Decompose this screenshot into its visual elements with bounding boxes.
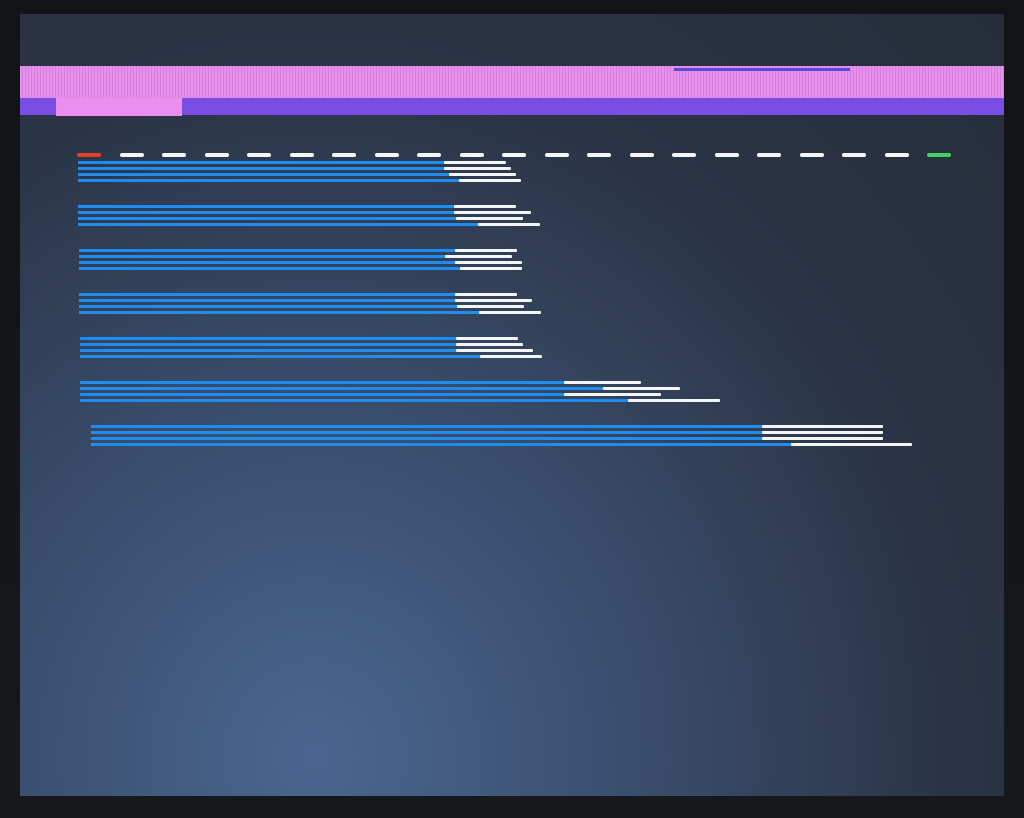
bar-line <box>78 211 531 214</box>
bar-tip <box>564 393 661 396</box>
bar-fill <box>79 261 463 264</box>
bar-line <box>78 223 540 226</box>
bar-fill <box>80 337 464 340</box>
bar-tip <box>449 173 516 176</box>
bar-line <box>80 355 542 358</box>
bar-fill <box>80 349 464 352</box>
bar-tip <box>603 387 680 390</box>
bar-line <box>80 387 680 390</box>
bar-line <box>91 437 883 440</box>
bar-fill <box>80 399 636 402</box>
bar-fill <box>91 443 799 446</box>
bar-fill <box>79 249 463 252</box>
bar-fill <box>91 437 770 440</box>
bar-line <box>79 249 517 252</box>
bar-tip <box>762 425 883 428</box>
bar-tip <box>457 305 524 308</box>
bar-fill <box>78 173 457 176</box>
bar-fill <box>79 267 468 270</box>
bar-tip <box>628 399 720 402</box>
monitor-bezel <box>0 0 1024 818</box>
bar-fill <box>78 179 467 182</box>
bar-fill <box>80 381 572 384</box>
bar-line <box>91 431 883 434</box>
bar-group-area <box>20 14 1004 796</box>
bar-tip <box>455 261 522 264</box>
bar-line <box>91 425 883 428</box>
bar-tip <box>444 161 506 164</box>
bar-line <box>78 205 516 208</box>
bar-line <box>78 161 506 164</box>
bar-tip <box>480 355 542 358</box>
bar-tip <box>762 437 883 440</box>
bar-fill <box>80 393 572 396</box>
bar-fill <box>80 343 464 346</box>
bar-fill <box>78 205 462 208</box>
bar-line <box>80 399 720 402</box>
bar-tip <box>456 217 523 220</box>
bar-fill <box>78 211 462 214</box>
bar-line <box>79 311 541 314</box>
bar-line <box>78 167 511 170</box>
bar-tip <box>478 223 540 226</box>
bar-tip <box>455 299 532 302</box>
bar-line <box>78 217 523 220</box>
bar-fill <box>78 161 452 164</box>
bar-fill <box>79 299 463 302</box>
bar-line <box>78 173 516 176</box>
bar-tip <box>791 443 912 446</box>
bar-fill <box>91 431 770 434</box>
bar-tip <box>460 267 522 270</box>
bar-tip <box>455 293 517 296</box>
bar-line <box>91 443 912 446</box>
bar-tip <box>456 349 533 352</box>
bar-tip <box>479 311 541 314</box>
bar-line <box>79 293 517 296</box>
bar-fill <box>78 217 464 220</box>
bar-fill <box>79 311 487 314</box>
bar-fill <box>79 293 463 296</box>
bar-tip <box>456 343 523 346</box>
bar-line <box>80 381 641 384</box>
display-screen <box>20 14 1004 796</box>
bar-line <box>80 393 661 396</box>
bar-line <box>80 343 523 346</box>
bar-tip <box>459 179 521 182</box>
bar-fill <box>79 305 465 308</box>
bar-tip <box>454 211 531 214</box>
bar-fill <box>78 167 452 170</box>
bar-tip <box>564 381 641 384</box>
bar-tip <box>445 255 512 258</box>
bar-line <box>79 261 522 264</box>
bar-fill <box>80 387 611 390</box>
bar-line <box>79 267 522 270</box>
bar-tip <box>455 249 517 252</box>
bar-line <box>80 337 518 340</box>
bar-fill <box>79 255 453 258</box>
bar-line <box>79 255 512 258</box>
bar-fill <box>80 355 488 358</box>
bar-line <box>80 349 533 352</box>
bar-tip <box>454 205 516 208</box>
bar-fill <box>78 223 486 226</box>
bar-line <box>79 305 524 308</box>
bar-line <box>79 299 532 302</box>
bar-fill <box>91 425 770 428</box>
bar-tip <box>444 167 511 170</box>
bar-tip <box>456 337 518 340</box>
bar-line <box>78 179 521 182</box>
bar-tip <box>762 431 883 434</box>
